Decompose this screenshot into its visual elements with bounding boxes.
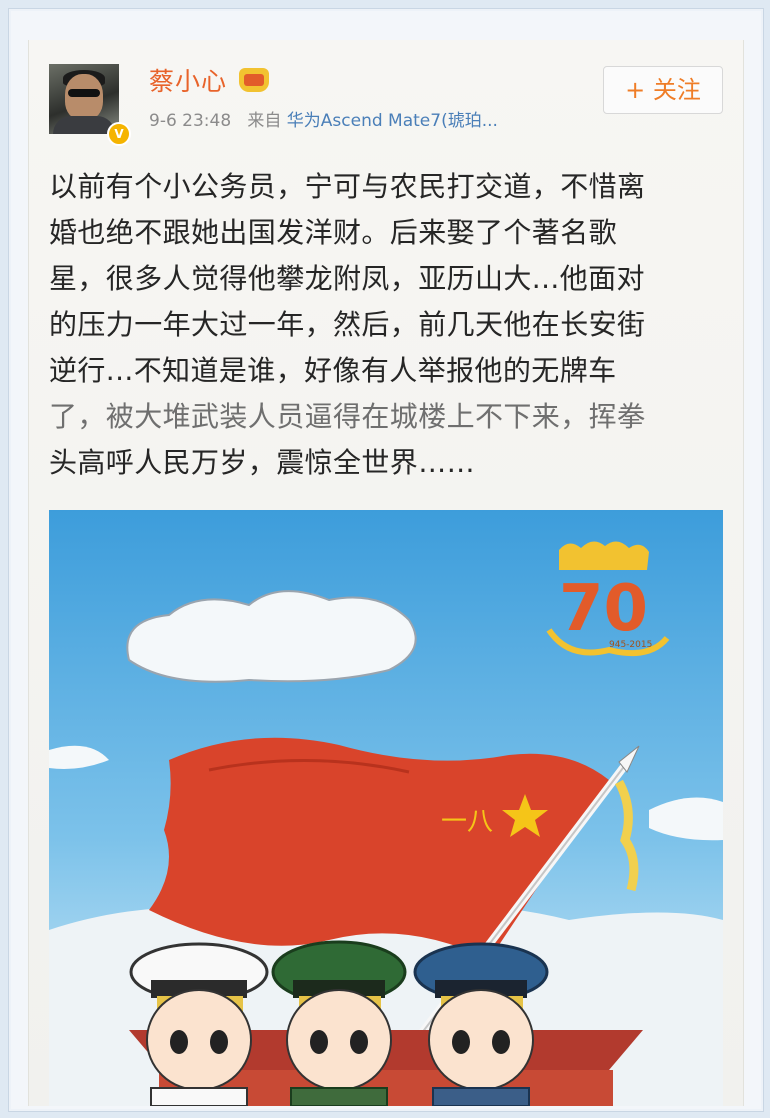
- post-text-line: 以前有个小公务员，宁可与农民打交道，不惜离: [49, 170, 646, 203]
- post-text-line: 了，被大堆武装人员逼得在城楼上不下来，挥拳: [49, 400, 646, 433]
- flag-text: 一八: [441, 807, 493, 837]
- post-text: 以前有个小公务员，宁可与农民打交道，不惜离 婚也绝不跟她出国发洋财。后来娶了个著…: [49, 164, 739, 486]
- verified-badge-icon: V: [107, 122, 131, 146]
- post-text-line: 的压力一年大过一年，然后，前几天他在长安街: [49, 308, 646, 341]
- source-prefix: 来自: [247, 111, 282, 131]
- post-text-line: 头高呼人民万岁，震惊全世界……: [49, 446, 476, 479]
- logo-years: 945-2015: [609, 640, 652, 650]
- weibo-post-card: V 蔡小心 9-6 23:48 来自 华为Ascend Mate7(琥珀... …: [28, 40, 744, 1106]
- cartoon-illustration: 70 945-2015 一八: [49, 510, 723, 1106]
- post-text-line: 星，很多人觉得他攀龙附凤，亚历山大...他面对: [49, 262, 645, 295]
- avatar[interactable]: V: [49, 64, 131, 146]
- username[interactable]: 蔡小心: [149, 62, 227, 98]
- post-text-line: 婚也绝不跟她出国发洋财。后来娶了个著名歌: [49, 216, 618, 249]
- post-time: 9-6 23:48: [149, 111, 232, 131]
- logo-number: 70: [559, 572, 648, 646]
- post-image[interactable]: 70 945-2015 一八: [49, 510, 723, 1106]
- follow-button[interactable]: + 关注: [603, 66, 723, 114]
- post-text-line: 逆行...不知道是谁，好像有人举报他的无牌车: [49, 354, 617, 387]
- post-meta: 9-6 23:48 来自 华为Ascend Mate7(琥珀...: [149, 106, 498, 131]
- vip-crown-icon: [239, 68, 269, 92]
- post-source-link[interactable]: 华为Ascend Mate7(琥珀...: [287, 111, 498, 131]
